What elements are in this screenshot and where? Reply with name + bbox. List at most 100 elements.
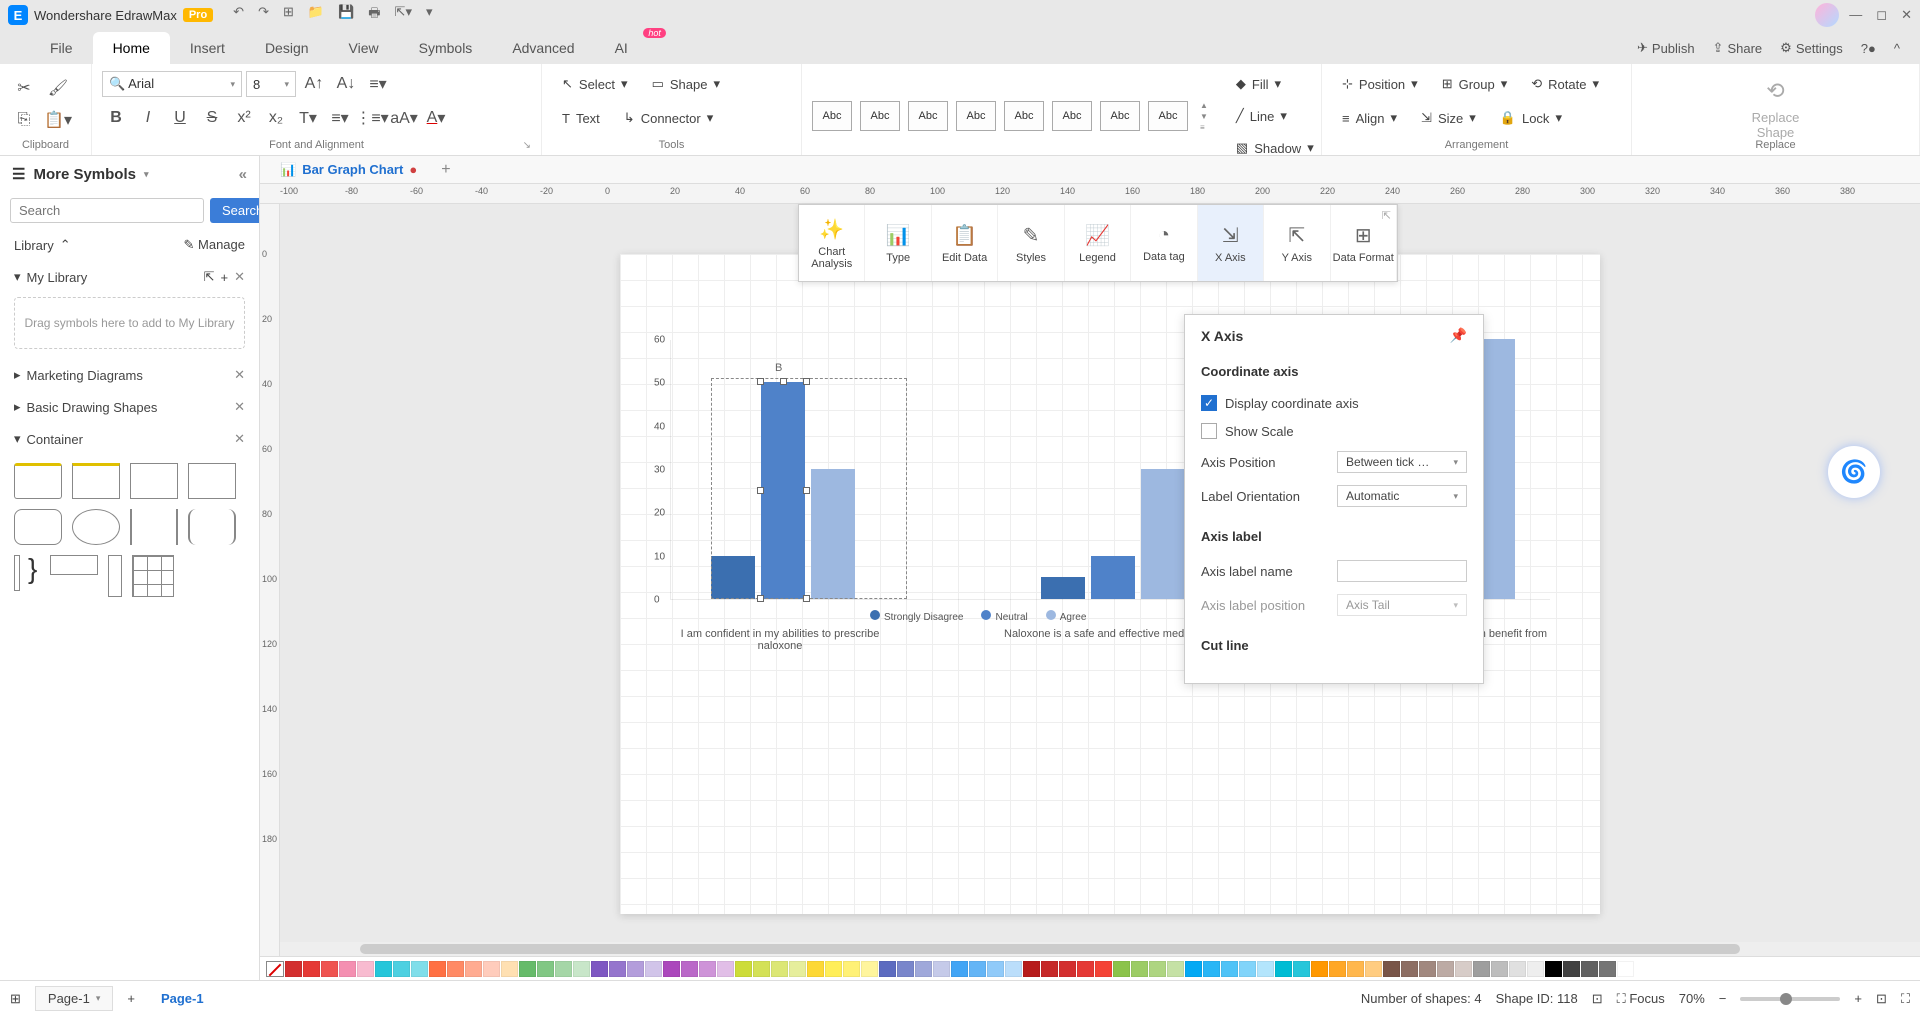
color-swatch[interactable] <box>1491 961 1508 977</box>
size-button[interactable]: ⇲ Size ▾ <box>1411 104 1486 132</box>
color-swatch[interactable] <box>303 961 320 977</box>
color-swatch[interactable] <box>1581 961 1598 977</box>
color-swatch[interactable] <box>645 961 662 977</box>
color-swatch[interactable] <box>1149 961 1166 977</box>
help-icon[interactable]: ?● <box>1861 40 1876 56</box>
color-swatch[interactable] <box>1041 961 1058 977</box>
color-swatch[interactable] <box>861 961 878 977</box>
shape-item[interactable] <box>50 555 98 575</box>
bold-icon[interactable]: B <box>102 104 130 132</box>
style-preset[interactable]: Abc <box>860 101 900 131</box>
undo-icon[interactable]: ↶ <box>233 4 244 26</box>
color-swatch[interactable] <box>627 961 644 977</box>
chart-toolbar-chart-analysis[interactable]: ✨Chart Analysis <box>799 205 865 281</box>
cat-close-icon[interactable]: ✕ <box>234 431 245 447</box>
publish-button[interactable]: ✈ Publish <box>1637 40 1695 56</box>
replace-shape-button[interactable]: ⟲ Replace Shape <box>1742 74 1810 134</box>
share-button[interactable]: ⇪ Share <box>1713 40 1763 56</box>
cat-close-icon[interactable]: ✕ <box>234 399 245 415</box>
show-scale-checkbox[interactable] <box>1201 423 1217 439</box>
no-fill-swatch[interactable] <box>266 961 284 977</box>
focus-mode-icon[interactable]: ⊡ <box>1592 991 1603 1007</box>
style-preset[interactable]: Abc <box>1148 101 1188 131</box>
color-swatch[interactable] <box>825 961 842 977</box>
color-swatch[interactable] <box>501 961 518 977</box>
rotate-button[interactable]: ⟲ Rotate ▾ <box>1521 70 1609 98</box>
superscript-icon[interactable]: x² <box>230 104 258 132</box>
color-swatch[interactable] <box>789 961 806 977</box>
gallery-more-icon[interactable]: ≡ <box>1200 123 1208 132</box>
color-swatch[interactable] <box>771 961 788 977</box>
collapse-panel-icon[interactable]: « <box>239 166 247 183</box>
page-tab[interactable]: Page-1 ▾ <box>35 986 113 1011</box>
mylib-import-icon[interactable]: ⇱ <box>204 269 215 285</box>
symbol-search-button[interactable]: Search <box>210 198 260 223</box>
color-swatch[interactable] <box>753 961 770 977</box>
color-swatch[interactable] <box>591 961 608 977</box>
color-swatch[interactable] <box>897 961 914 977</box>
color-swatch[interactable] <box>285 961 302 977</box>
shape-item[interactable] <box>14 555 20 591</box>
shape-item[interactable] <box>72 463 120 499</box>
color-swatch[interactable] <box>1347 961 1364 977</box>
color-swatch[interactable] <box>681 961 698 977</box>
panel-menu-icon[interactable]: ☰ <box>12 165 25 183</box>
zoom-slider[interactable] <box>1740 997 1840 1001</box>
close-icon[interactable]: ✕ <box>1901 7 1912 23</box>
menu-insert[interactable]: Insert <box>170 32 245 64</box>
shape-item[interactable] <box>72 509 120 545</box>
color-swatch[interactable] <box>879 961 896 977</box>
cat-container[interactable]: Container <box>27 432 83 447</box>
color-swatch[interactable] <box>411 961 428 977</box>
add-page-icon[interactable]: + <box>127 991 135 1006</box>
color-swatch[interactable] <box>321 961 338 977</box>
style-preset[interactable]: Abc <box>1052 101 1092 131</box>
color-swatch[interactable] <box>1509 961 1526 977</box>
shape-tool[interactable]: ▭ Shape ▾ <box>642 70 730 98</box>
zoom-level[interactable]: 70% <box>1679 991 1705 1006</box>
color-swatch[interactable] <box>609 961 626 977</box>
color-swatch[interactable] <box>1311 961 1328 977</box>
color-swatch[interactable] <box>1275 961 1292 977</box>
shape-item[interactable] <box>14 463 62 499</box>
fit-page-icon[interactable]: ⊡ <box>1876 991 1887 1007</box>
lock-button[interactable]: 🔒 Lock ▾ <box>1490 104 1572 132</box>
axis-label-name-input[interactable] <box>1337 560 1467 582</box>
color-swatch[interactable] <box>1113 961 1130 977</box>
italic-icon[interactable]: I <box>134 104 162 132</box>
group-button[interactable]: ⊞ Group ▾ <box>1432 70 1518 98</box>
color-swatch[interactable] <box>1365 961 1382 977</box>
color-swatch[interactable] <box>807 961 824 977</box>
color-swatch[interactable] <box>1239 961 1256 977</box>
horizontal-scrollbar[interactable] <box>280 942 1920 956</box>
toolbar-pin-icon[interactable]: ⇱ <box>1382 209 1391 222</box>
color-swatch[interactable] <box>1203 961 1220 977</box>
label-orientation-select[interactable]: Automatic▾ <box>1337 485 1467 507</box>
case-icon[interactable]: aA▾ <box>390 104 418 132</box>
color-swatch[interactable] <box>1005 961 1022 977</box>
color-swatch[interactable] <box>465 961 482 977</box>
gallery-up-icon[interactable]: ▲ <box>1200 101 1208 110</box>
color-swatch[interactable] <box>447 961 464 977</box>
color-swatch[interactable] <box>735 961 752 977</box>
mylib-add-icon[interactable]: + <box>221 270 229 285</box>
shape-item[interactable] <box>188 463 236 499</box>
subscript-icon[interactable]: x₂ <box>262 104 290 132</box>
mylib-label[interactable]: My Library <box>27 270 88 285</box>
style-gallery[interactable]: Abc Abc Abc Abc Abc Abc Abc Abc ▲▼≡ <box>812 101 1208 132</box>
add-tab-icon[interactable]: + <box>433 161 458 179</box>
display-axis-checkbox[interactable]: ✓ <box>1201 395 1217 411</box>
format-painter-icon[interactable]: 🖌 <box>44 74 72 102</box>
chart-toolbar-styles[interactable]: ✎Styles <box>998 205 1064 281</box>
chart-toolbar-edit-data[interactable]: 📋Edit Data <box>932 205 998 281</box>
color-swatch[interactable] <box>483 961 500 977</box>
style-preset[interactable]: Abc <box>956 101 996 131</box>
new-icon[interactable]: ⊞ <box>283 4 294 26</box>
mylib-close-icon[interactable]: ✕ <box>234 269 245 285</box>
color-swatch[interactable] <box>987 961 1004 977</box>
color-swatch[interactable] <box>429 961 446 977</box>
color-swatch[interactable] <box>915 961 932 977</box>
cat-close-icon[interactable]: ✕ <box>234 367 245 383</box>
menu-advanced[interactable]: Advanced <box>492 32 594 64</box>
fullscreen-icon[interactable]: ⛶ <box>1901 991 1910 1007</box>
